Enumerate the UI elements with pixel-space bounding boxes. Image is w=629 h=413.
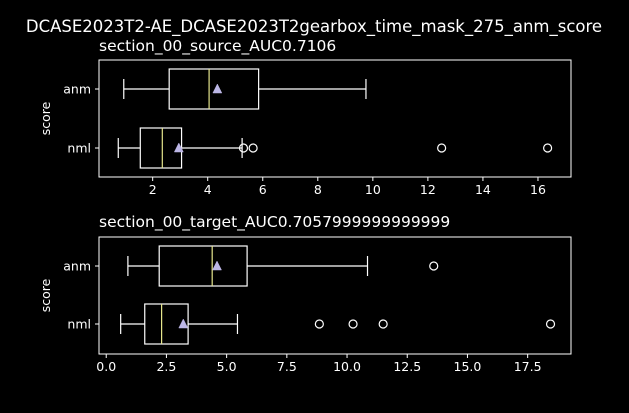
panel-title: section_00_target_AUC0.7057999999999999 xyxy=(99,213,450,232)
x-tick-label: 15.0 xyxy=(454,359,482,374)
outlier-point xyxy=(545,319,556,329)
x-tick-label: 12 xyxy=(420,182,436,197)
x-tick-label: 5.0 xyxy=(217,359,237,374)
x-tick-label: 4 xyxy=(204,182,212,197)
box-iqr xyxy=(158,245,248,287)
box-iqr xyxy=(168,68,260,110)
y-tick-label: nml xyxy=(67,317,91,332)
x-tick-label: 17.5 xyxy=(514,359,542,374)
y-tick-label: nml xyxy=(67,141,91,156)
x-tick-label: 2 xyxy=(149,182,157,197)
x-tick-label: 6 xyxy=(259,182,267,197)
outlier-point xyxy=(378,319,388,329)
x-tick-label: 12.5 xyxy=(393,359,421,374)
axes-frame xyxy=(98,59,572,178)
y-axis-label: score xyxy=(38,278,53,312)
boxplot-nml xyxy=(117,127,553,169)
outlier-point xyxy=(314,319,324,329)
source-boxplot-panel: section_00_source_AUC0.7106score anm nml 2 4… xyxy=(38,37,572,197)
mean-marker xyxy=(212,83,223,94)
figure: DCASE2023T2-AE_DCASE2023T2gearbox_time_m… xyxy=(26,17,602,374)
outlier-point xyxy=(348,319,358,329)
x-tick-label: 2.5 xyxy=(156,359,176,374)
y-axis-label: score xyxy=(38,101,53,135)
axes-frame xyxy=(98,236,572,355)
outlier-point xyxy=(543,143,553,153)
boxplot-nml xyxy=(120,303,556,345)
boxplot-anm xyxy=(123,68,367,110)
x-tick-label: 10 xyxy=(365,182,381,197)
mean-marker xyxy=(212,260,222,271)
panel-title: section_00_source_AUC0.7106 xyxy=(99,37,336,56)
figure-suptitle: DCASE2023T2-AE_DCASE2023T2gearbox_time_m… xyxy=(26,17,602,37)
x-tick-label: 0.0 xyxy=(96,359,116,374)
y-tick-label: anm xyxy=(63,82,91,97)
target-boxplot-panel: section_00_target_AUC0.7057999999999999s… xyxy=(38,213,572,374)
x-tick-label: 16 xyxy=(530,182,546,197)
mean-marker xyxy=(178,318,189,329)
y-tick-label: anm xyxy=(63,259,91,274)
x-tick-label: 8 xyxy=(314,182,322,197)
box-iqr xyxy=(139,127,183,169)
x-tick-label: 10.0 xyxy=(333,359,361,374)
x-tick-label: 7.5 xyxy=(277,359,297,374)
outlier-point xyxy=(248,143,258,153)
x-tick-label: 14 xyxy=(475,182,491,197)
boxplot-anm xyxy=(127,245,439,287)
outlier-point xyxy=(429,261,439,271)
outlier-point xyxy=(437,143,447,153)
